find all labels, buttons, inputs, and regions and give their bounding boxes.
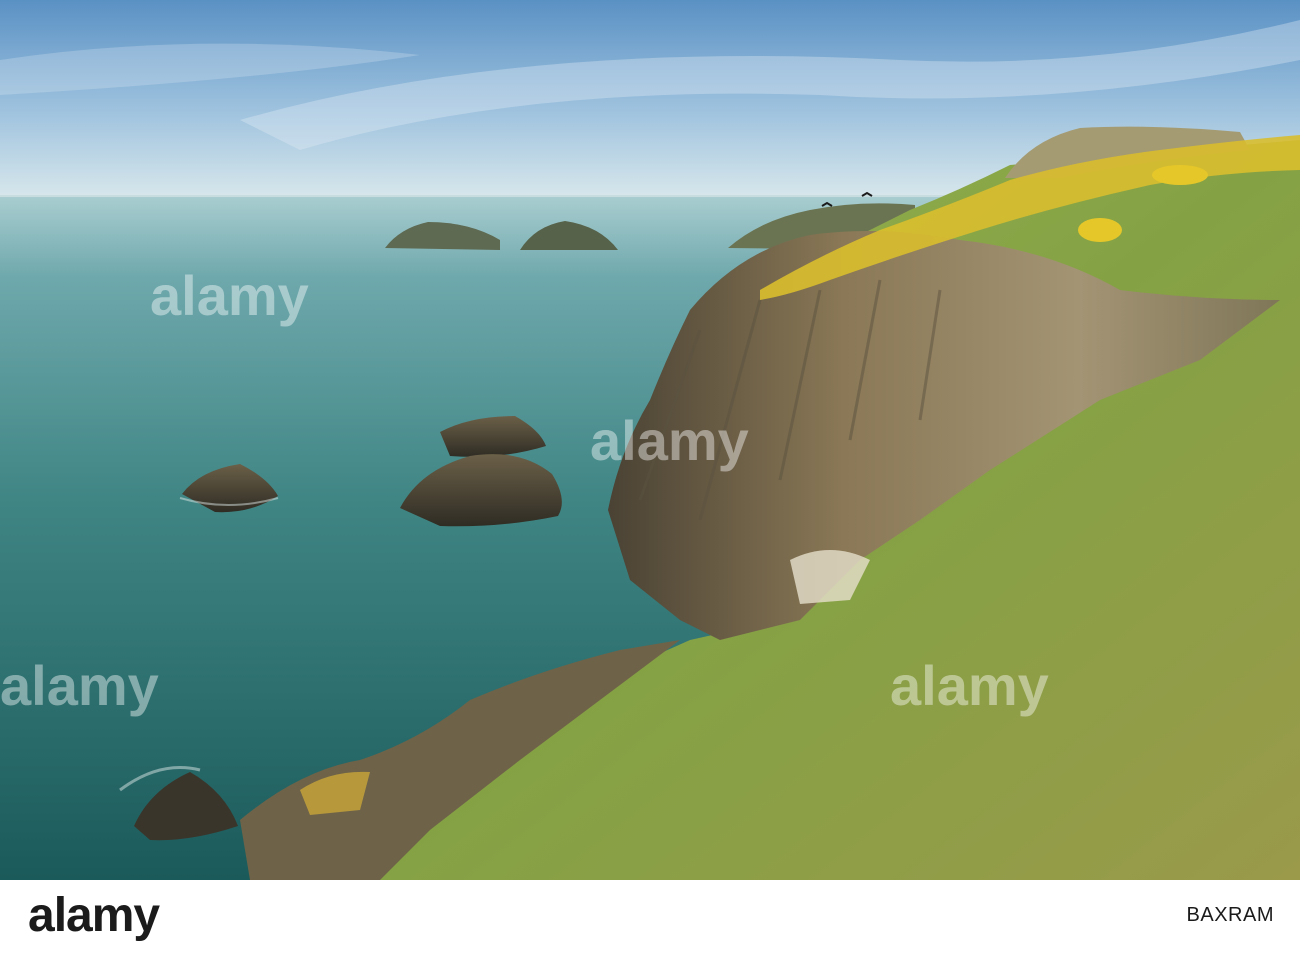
footer-bar: alamy BAXRAM [0, 880, 1300, 955]
watermark: alamy [890, 654, 1049, 717]
image-id: BAXRAM [1186, 904, 1274, 926]
photo: alamy alamy alamy alamy [0, 0, 1300, 880]
watermark: alamy [150, 264, 309, 327]
watermark: alamy [590, 409, 749, 472]
watermark: alamy [0, 654, 159, 717]
alamy-logo: alamy [28, 889, 160, 942]
